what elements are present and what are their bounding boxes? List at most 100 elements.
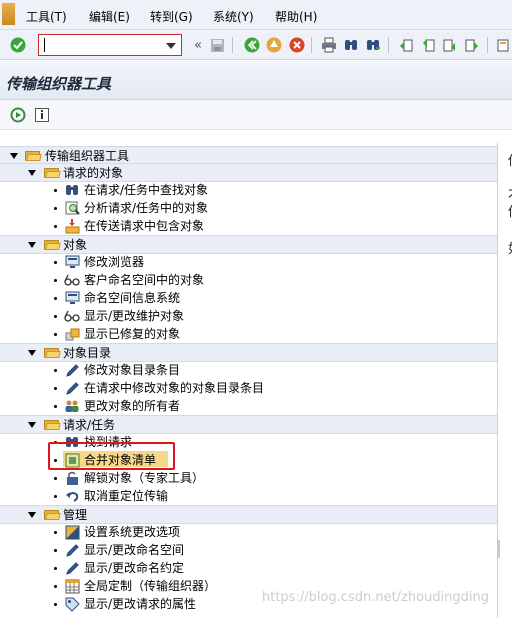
right-pane-text: 如 (508, 238, 512, 257)
folder-open-icon (25, 150, 42, 161)
separator (487, 37, 488, 53)
last-page-icon[interactable] (463, 36, 481, 54)
execute-icon[interactable] (9, 106, 27, 124)
prev-page-icon[interactable] (419, 36, 437, 54)
binoculars-icon (64, 182, 80, 198)
tree-folder-object-directory[interactable]: 对象目录 (0, 343, 497, 362)
new-session-icon[interactable] (494, 36, 512, 54)
save-icon[interactable] (208, 36, 226, 54)
bullet (54, 585, 57, 588)
tree-item[interactable]: 显示/更改命名约定 (0, 559, 497, 577)
bullet (54, 315, 57, 318)
tree-item[interactable]: 分析请求/任务中的对象 (0, 199, 497, 217)
tree-item-label: 显示/更改维护对象 (84, 309, 185, 323)
tree-item[interactable]: 显示/更改维护对象 (0, 307, 497, 325)
expand-triangle-icon[interactable] (28, 422, 36, 428)
pencil-icon (64, 560, 80, 576)
tree-folder-label: 管理 (63, 508, 88, 522)
tree-item-label: 解锁对象（专家工具） (84, 471, 205, 485)
tree-item[interactable]: 取消重定位传输 (0, 487, 497, 505)
title-bar: 传输组织器工具 (0, 60, 512, 100)
tree-item-label: 分析请求/任务中的对象 (84, 201, 209, 215)
tree-item-label: 在传送请求中包含对象 (84, 219, 205, 233)
tree-item[interactable]: 设置系统更改选项 (0, 523, 497, 541)
first-page-icon[interactable] (397, 36, 415, 54)
tree-item-label: 更改对象的所有者 (84, 399, 181, 413)
menu-edit[interactable]: 编辑(E) (89, 8, 130, 25)
command-input[interactable] (42, 37, 162, 53)
tree-item-label: 修改浏览器 (84, 255, 145, 269)
next-page-icon[interactable] (441, 36, 459, 54)
tree-item[interactable]: 在请求/任务中查找对象 (0, 181, 497, 199)
analyze-icon (64, 200, 80, 216)
bullet (54, 531, 57, 534)
tree-item-label: 客户命名空间中的对象 (84, 273, 205, 287)
tree-item[interactable]: 在请求中修改对象的对象目录条目 (0, 379, 497, 397)
expand-triangle-icon[interactable] (28, 350, 36, 356)
command-field[interactable] (38, 34, 182, 56)
collapse-icon[interactable]: « (189, 36, 207, 54)
right-pane-text: 传 (508, 201, 512, 220)
table-icon (64, 578, 80, 594)
tree-item[interactable]: 更改对象的所有者 (0, 397, 497, 415)
tree-item-label: 在请求/任务中查找对象 (84, 183, 209, 197)
menu-bar: 工具(T) 编辑(E) 转到(G) 系统(Y) 帮助(H) (0, 0, 512, 30)
menu-system[interactable]: 系统(Y) (213, 8, 254, 25)
repaired-object-icon (64, 326, 80, 342)
tree-item-label: 设置系统更改选项 (84, 525, 181, 539)
monitor-icon (64, 290, 80, 306)
back-icon[interactable] (243, 36, 261, 54)
tree-item[interactable]: 显示/更改命名空间 (0, 541, 497, 559)
menu-goto[interactable]: 转到(G) (150, 8, 193, 25)
tree-folder-objects[interactable]: 对象 (0, 235, 497, 254)
sap-logo-icon (2, 3, 18, 25)
tree-item[interactable]: 在传送请求中包含对象 (0, 217, 497, 235)
find-next-icon[interactable] (364, 36, 382, 54)
cancel-icon[interactable] (288, 36, 306, 54)
folder-open-icon (44, 509, 61, 520)
tree-item[interactable]: 解锁对象（专家工具） (0, 469, 497, 487)
tree-item[interactable]: 命名空间信息系统 (0, 289, 497, 307)
tree-item[interactable]: 客户命名空间中的对象 (0, 271, 497, 289)
expand-triangle-icon[interactable] (28, 242, 36, 248)
bullet (54, 495, 57, 498)
system-toolbar: « (0, 30, 512, 60)
pencil-icon (64, 380, 80, 396)
bullet (54, 297, 57, 300)
tree-item[interactable]: 显示已修复的对象 (0, 325, 497, 343)
bullet (54, 387, 57, 390)
info-icon[interactable] (33, 106, 51, 124)
bullet (54, 405, 57, 408)
include-object-icon (64, 218, 80, 234)
users-icon (64, 398, 80, 414)
tree-folder-administration[interactable]: 管理 (0, 505, 497, 524)
dropdown-arrow-icon[interactable] (166, 43, 176, 49)
tree-folder-request-objects[interactable]: 请求的对象 (0, 163, 497, 182)
separator (388, 37, 389, 53)
tree-item-label: 取消重定位传输 (84, 489, 169, 503)
bullet (54, 261, 57, 264)
expand-triangle-icon[interactable] (28, 512, 36, 518)
annotation-highlight-box (48, 442, 175, 470)
expand-triangle-icon[interactable] (28, 170, 36, 176)
menu-tools[interactable]: 工具(T) (26, 8, 67, 25)
tree-folder-label: 请求的对象 (63, 166, 124, 180)
separator (232, 37, 233, 53)
print-icon[interactable] (320, 36, 338, 54)
scrollbar[interactable] (497, 540, 500, 558)
bullet (54, 549, 57, 552)
tree-item[interactable]: 修改对象目录条目 (0, 361, 497, 379)
tree-item[interactable]: 修改浏览器 (0, 253, 497, 271)
glasses-icon (64, 272, 80, 288)
right-pane-text: 传 (508, 150, 512, 169)
find-icon[interactable] (342, 36, 360, 54)
menu-help[interactable]: 帮助(H) (275, 8, 317, 25)
exit-icon[interactable] (265, 36, 283, 54)
right-pane-text: 才 (508, 183, 512, 202)
check-icon[interactable] (9, 36, 27, 54)
expand-triangle-icon[interactable] (10, 153, 18, 159)
tree-folder-request-tasks[interactable]: 请求/任务 (0, 415, 497, 434)
tree-folder-label: 请求/任务 (63, 418, 116, 432)
tree-item-label: 显示已修复的对象 (84, 327, 181, 341)
bullet (54, 207, 57, 210)
